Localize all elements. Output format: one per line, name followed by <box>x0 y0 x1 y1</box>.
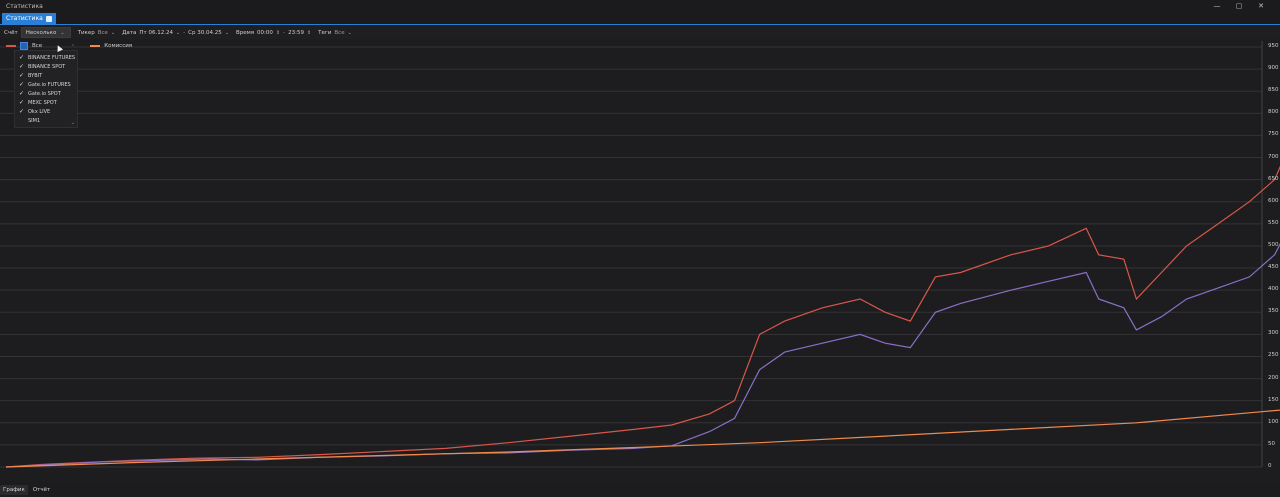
legend-commission-label: Комиссия <box>104 43 133 49</box>
y-tick-label: 450 <box>1268 264 1279 271</box>
account-option-label: SIM1 <box>28 117 41 124</box>
account-option[interactable]: ✓ BYBIT <box>15 71 77 80</box>
checkmark-icon[interactable]: ✓ <box>19 62 25 71</box>
minimize-button[interactable]: — <box>1206 0 1228 12</box>
tab-label: Статистика <box>6 15 43 22</box>
all-accounts-checkbox[interactable] <box>20 42 28 50</box>
account-option-label: MEXC SPOT <box>28 99 57 106</box>
time-separator: - <box>283 29 286 36</box>
date-from-value: Пт 06.12.24 <box>139 29 173 36</box>
y-tick-label: 200 <box>1268 374 1279 381</box>
y-tick-label: 650 <box>1268 175 1279 182</box>
account-option-label: Okx LIVE <box>28 108 51 115</box>
title-bar: Статистика — ▢ ✕ <box>0 0 1280 12</box>
scroll-down-icon[interactable]: ⌄ <box>71 120 75 126</box>
chevron-down-icon: ⌄ <box>347 29 352 36</box>
account-option-label: BINANCE FUTURES <box>28 54 76 61</box>
account-option-label: BYBIT <box>28 72 43 79</box>
y-tick-label: 250 <box>1268 352 1279 359</box>
checkmark-icon[interactable]: ✓ <box>19 71 25 80</box>
spinner-icon: ⇕ <box>275 29 281 36</box>
account-option[interactable]: ✓ Gate.io FUTURES <box>15 80 77 89</box>
chevron-down-icon: ⌄ <box>60 29 65 36</box>
time-from-input[interactable]: 00:00 ⇕ <box>257 30 280 36</box>
y-tick-label: 550 <box>1268 219 1279 226</box>
series-line-red_series <box>5 165 1280 468</box>
series-line-purple_series <box>5 243 1280 468</box>
legend-swatch-red <box>6 45 16 47</box>
y-tick-label: 800 <box>1268 109 1279 116</box>
checkmark-icon[interactable]: ✓ <box>19 53 25 62</box>
date-label: Дата <box>122 29 137 36</box>
y-tick-label: 100 <box>1268 418 1279 425</box>
chevron-down-icon: ⌄ <box>224 29 229 36</box>
tags-label: Теги <box>318 29 332 36</box>
chevron-down-icon: ⌄ <box>175 29 181 36</box>
date-from-select[interactable]: Пт 06.12.24 ⌄ <box>139 30 180 36</box>
equity-chart <box>0 41 1280 468</box>
account-option[interactable]: SIM1 <box>15 116 77 125</box>
checkmark-icon[interactable]: ✓ <box>19 89 25 98</box>
account-option[interactable]: ✓ BINANCE FUTURES <box>15 53 77 62</box>
tab-bar: Статистика <box>0 13 1280 25</box>
y-tick-label: 600 <box>1268 197 1279 204</box>
maximize-button[interactable]: ▢ <box>1228 0 1250 12</box>
time-to-input[interactable]: 23:59 ⇕ <box>288 30 311 36</box>
y-tick-label: 50 <box>1268 440 1275 447</box>
date-to-value: Ср 30.04.25 <box>188 29 222 36</box>
y-tick-label: 700 <box>1268 153 1279 160</box>
account-option[interactable]: ✓ MEXC SPOT <box>15 98 77 107</box>
checkmark-icon[interactable]: ✓ <box>19 107 25 116</box>
y-tick-label: 750 <box>1268 131 1279 138</box>
legend-swatch-orange <box>90 45 101 47</box>
y-tick-label: 950 <box>1268 43 1279 49</box>
spinner-icon: ⇕ <box>306 29 312 36</box>
checkmark-icon[interactable]: ✓ <box>19 98 25 107</box>
chevron-down-icon: ⌄ <box>110 29 116 36</box>
y-tick-label: 0 <box>1268 463 1272 469</box>
tags-value: Все <box>334 29 345 36</box>
y-tick-label: 500 <box>1268 241 1279 248</box>
checkmark-icon[interactable]: ✓ <box>19 80 25 89</box>
account-label: Счёт <box>4 29 18 36</box>
close-button[interactable]: ✕ <box>1250 0 1272 12</box>
y-tick-label: 300 <box>1268 330 1279 337</box>
edit-icon[interactable] <box>45 15 52 22</box>
y-tick-label: 900 <box>1268 65 1279 72</box>
tab-chart[interactable]: График <box>0 484 28 495</box>
account-option[interactable]: ✓ Okx LIVE <box>15 107 77 116</box>
account-option[interactable]: ✓ Gate.io SPOT <box>15 89 77 98</box>
account-option-label: Gate.io SPOT <box>28 90 61 97</box>
tab-statistics[interactable]: Статистика <box>2 13 56 24</box>
ticker-label: Тикер <box>77 29 95 36</box>
account-select[interactable]: Несколько ⌄ <box>20 27 71 38</box>
account-option-label: BINANCE SPOT <box>28 63 66 70</box>
date-to-select[interactable]: Ср 30.04.25 ⌄ <box>188 30 229 36</box>
time-label: Время <box>235 29 255 36</box>
app-title: Статистика <box>6 2 43 10</box>
bottom-tab-bar: График Отчёт <box>0 482 1280 497</box>
account-option[interactable]: ✓ BINANCE SPOT <box>15 62 77 71</box>
y-tick-label: 400 <box>1268 286 1279 293</box>
account-dropdown: ⌃ ✓ BINANCE FUTURES ✓ BINANCE SPOT ✓ BYBIT ✓ Ga… <box>14 44 78 128</box>
tags-select[interactable]: Все ⌄ <box>334 30 351 36</box>
window-controls: — ▢ ✕ <box>1206 0 1272 12</box>
date-separator: - <box>183 29 186 36</box>
y-tick-label: 350 <box>1268 308 1279 315</box>
y-tick-label: 150 <box>1268 396 1279 403</box>
ticker-value: Все <box>97 29 108 36</box>
filter-toolbar: Счёт Несколько ⌄ Тикер Все ⌄ Дата Пт 06.… <box>0 26 1280 39</box>
account-option-label: Gate.io FUTURES <box>28 81 71 88</box>
ticker-select[interactable]: Все ⌄ <box>98 30 115 36</box>
chart-legend: Все Комиссия <box>6 42 132 50</box>
account-value: Несколько <box>25 29 57 36</box>
time-from-value: 00:00 <box>257 29 273 36</box>
scroll-up-icon[interactable]: ⌃ <box>71 44 75 50</box>
tab-report[interactable]: Отчёт <box>30 485 53 495</box>
legend-all-label: Все <box>32 43 43 49</box>
time-to-value: 23:59 <box>288 29 304 36</box>
y-tick-label: 850 <box>1268 87 1279 94</box>
